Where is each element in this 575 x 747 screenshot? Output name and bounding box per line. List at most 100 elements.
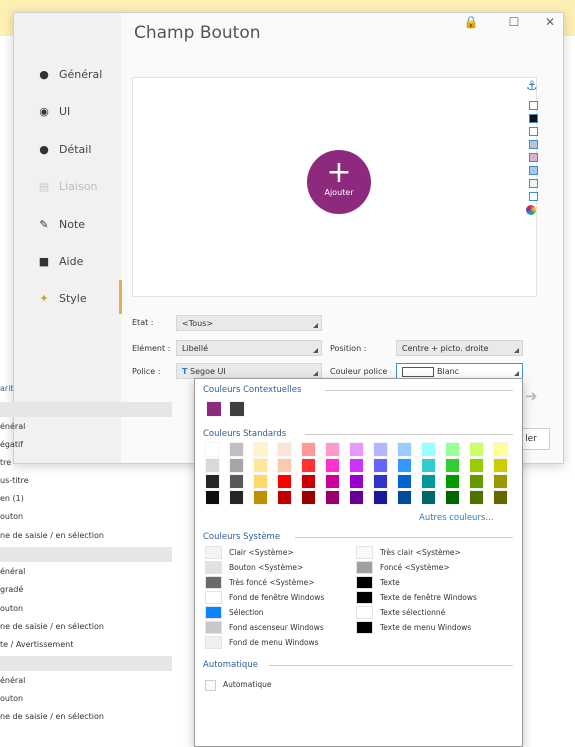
list-item[interactable]: outon [0, 512, 23, 521]
standard-color-cell[interactable] [349, 490, 364, 505]
standard-color-cell[interactable] [397, 474, 412, 489]
nav-item-note[interactable]: ✎ Note [38, 218, 85, 231]
preview-bg-swatch[interactable] [529, 101, 538, 110]
list-item[interactable]: outon [0, 604, 23, 613]
standard-color-cell[interactable] [469, 442, 484, 457]
standard-color-cell[interactable] [493, 474, 508, 489]
standard-color-cell[interactable] [469, 474, 484, 489]
standard-color-cell[interactable] [325, 490, 340, 505]
system-color-swatch[interactable] [205, 591, 222, 604]
color-wheel-icon[interactable] [526, 205, 536, 215]
standard-color-cell[interactable] [229, 490, 244, 505]
standard-color-cell[interactable] [349, 458, 364, 473]
standard-color-cell[interactable] [373, 442, 388, 457]
standard-color-cell[interactable] [445, 490, 460, 505]
system-color-swatch[interactable] [356, 606, 373, 619]
standard-color-cell[interactable] [373, 490, 388, 505]
preview-bg-swatch[interactable] [529, 127, 538, 136]
standard-color-cell[interactable] [205, 474, 220, 489]
preview-bg-swatch[interactable] [529, 114, 538, 123]
standard-color-cell[interactable] [253, 442, 268, 457]
close-icon[interactable]: ✕ [540, 15, 560, 29]
standard-color-cell[interactable] [253, 458, 268, 473]
system-color-swatch[interactable] [356, 561, 373, 574]
system-color-swatch[interactable] [356, 621, 373, 634]
standard-color-cell[interactable] [445, 458, 460, 473]
automatique-checkbox[interactable] [205, 680, 216, 691]
nav-item-general[interactable]: ● Général [38, 68, 102, 81]
list-item[interactable]: gradé [0, 585, 23, 594]
standard-color-cell[interactable] [349, 474, 364, 489]
standard-color-cell[interactable] [277, 442, 292, 457]
system-color-swatch[interactable] [356, 591, 373, 604]
list-item[interactable]: tre [0, 458, 11, 467]
list-item[interactable]: énéral [0, 422, 25, 431]
list-item[interactable]: ne de saisie / en sélection [0, 622, 104, 631]
anchor-icon[interactable]: ⚓ [526, 79, 538, 94]
system-color-swatch[interactable] [356, 576, 373, 589]
standard-color-cell[interactable] [301, 474, 316, 489]
standard-color-cell[interactable] [373, 458, 388, 473]
system-color-swatch[interactable] [205, 621, 222, 634]
standard-color-cell[interactable] [205, 490, 220, 505]
more-colors-link[interactable]: Autres couleurs... [419, 513, 493, 523]
nav-item-ui[interactable]: ◉ UI [38, 105, 70, 118]
preview-bg-swatch[interactable] [529, 153, 538, 162]
standard-color-cell[interactable] [301, 490, 316, 505]
nav-item-style[interactable]: ✦ Style [38, 292, 86, 305]
standard-color-cell[interactable] [445, 442, 460, 457]
couleur-police-select[interactable]: Blanc [396, 363, 523, 379]
standard-color-cell[interactable] [325, 458, 340, 473]
list-item[interactable]: en (1) [0, 494, 24, 503]
element-select[interactable]: Libellé [176, 340, 322, 356]
list-item[interactable]: us-titre [0, 476, 29, 485]
standard-color-cell[interactable] [493, 458, 508, 473]
standard-color-cell[interactable] [469, 490, 484, 505]
standard-color-cell[interactable] [301, 458, 316, 473]
preview-bg-swatch[interactable] [529, 140, 538, 149]
standard-color-cell[interactable] [373, 474, 388, 489]
system-color-swatch[interactable] [205, 546, 222, 559]
standard-color-cell[interactable] [421, 474, 436, 489]
nav-item-aide[interactable]: ■ Aide [38, 255, 84, 268]
standard-color-cell[interactable] [229, 458, 244, 473]
standard-color-cell[interactable] [349, 442, 364, 457]
standard-color-cell[interactable] [493, 442, 508, 457]
standard-color-cell[interactable] [205, 458, 220, 473]
contextual-color-swatch[interactable] [206, 401, 222, 417]
list-item[interactable]: te / Avertissement [0, 640, 73, 649]
preview-bg-swatch[interactable] [529, 192, 538, 201]
preview-bg-swatch[interactable] [529, 166, 538, 175]
list-item[interactable]: ne de saisie / en sélection [0, 712, 104, 721]
etat-select[interactable]: <Tous> [176, 315, 322, 331]
standard-color-cell[interactable] [277, 490, 292, 505]
preview-bg-swatch[interactable] [529, 179, 538, 188]
nav-item-detail[interactable]: ● Détail [38, 143, 91, 156]
standard-color-cell[interactable] [397, 458, 412, 473]
arrow-right-icon[interactable]: ➜ [525, 387, 538, 405]
contextual-color-swatch[interactable] [229, 401, 245, 417]
standard-color-cell[interactable] [469, 458, 484, 473]
standard-color-cell[interactable] [229, 442, 244, 457]
standard-color-cell[interactable] [397, 442, 412, 457]
list-item[interactable]: énéral [0, 676, 25, 685]
standard-color-cell[interactable] [205, 442, 220, 457]
standard-color-cell[interactable] [301, 442, 316, 457]
system-color-swatch[interactable] [356, 546, 373, 559]
list-item[interactable]: énéral [0, 567, 25, 576]
standard-color-cell[interactable] [325, 442, 340, 457]
maximize-icon[interactable]: ☐ [504, 15, 524, 29]
system-color-swatch[interactable] [205, 561, 222, 574]
ajouter-button-preview[interactable]: + Ajouter [307, 150, 371, 214]
standard-color-cell[interactable] [421, 490, 436, 505]
standard-color-cell[interactable] [421, 442, 436, 457]
list-item[interactable]: ne de saisie / en sélection [0, 531, 104, 540]
standard-color-cell[interactable] [445, 474, 460, 489]
system-color-swatch[interactable] [205, 576, 222, 589]
position-select[interactable]: Centre + picto. droite [396, 340, 523, 356]
list-item[interactable]: outon [0, 694, 23, 703]
standard-color-cell[interactable] [397, 490, 412, 505]
standard-color-cell[interactable] [493, 490, 508, 505]
system-color-swatch[interactable] [205, 606, 222, 619]
system-color-swatch[interactable] [205, 636, 222, 649]
